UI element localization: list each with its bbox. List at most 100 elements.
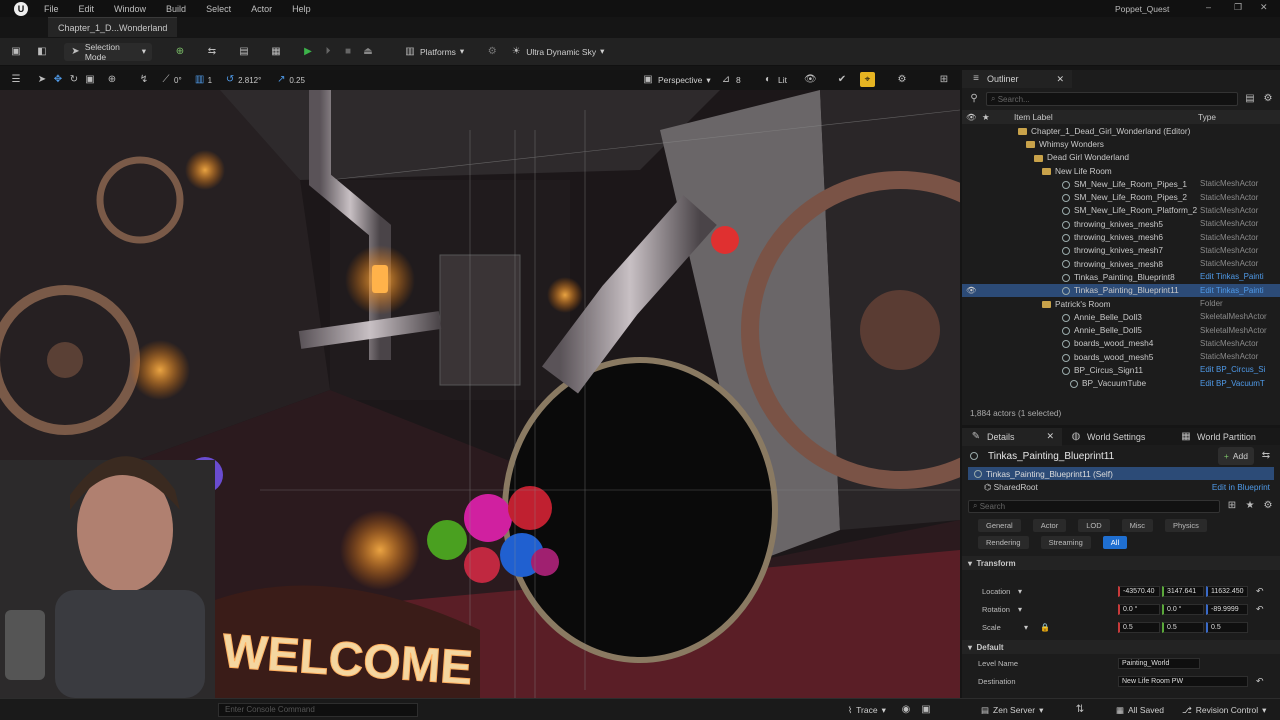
game-view-icon[interactable]: ⌖ bbox=[860, 72, 875, 87]
scale-icon[interactable]: ▣ bbox=[84, 74, 96, 86]
scale-x[interactable]: 0.5 bbox=[1118, 621, 1160, 633]
outliner-row[interactable]: throwing_knives_mesh6 StaticMeshActor bbox=[962, 230, 1280, 243]
console-input[interactable]: Enter Console Command bbox=[218, 702, 418, 717]
viewport-scene[interactable]: WELCOME bbox=[0, 90, 960, 698]
stop-icon[interactable]: ■ bbox=[342, 46, 354, 58]
grid-size-value[interactable]: 1 bbox=[208, 76, 212, 85]
outliner-row[interactable]: throwing_knives_mesh7 StaticMeshActor bbox=[962, 244, 1280, 257]
settings-icon[interactable]: ⚙ bbox=[486, 46, 498, 58]
location-label[interactable]: Location bbox=[982, 587, 1010, 596]
edit-blueprint-link[interactable]: Edit BP_VacuumT bbox=[1200, 379, 1265, 388]
menu-window[interactable]: Window bbox=[114, 4, 146, 14]
outliner-row[interactable]: SM_New_Life_Room_Pipes_2 StaticMeshActor bbox=[962, 190, 1280, 203]
outliner-row[interactable]: throwing_knives_mesh8 StaticMeshActor bbox=[962, 257, 1280, 270]
filter-rendering[interactable]: Rendering bbox=[978, 536, 1029, 549]
actor-name[interactable]: Tinkas_Painting_Blueprint11 bbox=[988, 451, 1114, 462]
minimize-icon[interactable]: – bbox=[1206, 2, 1211, 12]
select-icon[interactable]: ➤ bbox=[36, 74, 48, 86]
filter-general[interactable]: General bbox=[978, 519, 1021, 532]
sky-dropdown[interactable]: ☀ Ultra Dynamic Sky ▾ bbox=[504, 43, 610, 61]
rotate-icon[interactable]: ↻ bbox=[68, 74, 80, 86]
camera-speed-value[interactable]: 0.25 bbox=[289, 76, 305, 85]
col-type[interactable]: Type bbox=[1198, 112, 1216, 122]
show-icon[interactable]: 👁 bbox=[804, 74, 817, 86]
blueprint-icon[interactable]: ⇆ bbox=[206, 46, 218, 58]
maximize-icon[interactable]: ❐ bbox=[1234, 2, 1242, 13]
filter-physics[interactable]: Physics bbox=[1165, 519, 1207, 532]
rotation-snap-value[interactable]: 2.812° bbox=[238, 76, 261, 85]
outliner-folder-row[interactable]: Whimsy Wonders bbox=[962, 137, 1280, 150]
add-component-button[interactable]: + Add bbox=[1217, 447, 1254, 465]
lit-dropdown[interactable]: ◐ Lit bbox=[756, 71, 793, 89]
menu-actor[interactable]: Actor bbox=[251, 4, 272, 14]
skip-icon[interactable]: ⏵ bbox=[322, 46, 334, 58]
play-icon[interactable]: ▶ bbox=[302, 46, 314, 58]
camera-icon[interactable]: ▣ bbox=[920, 704, 932, 716]
filter-lod[interactable]: LOD bbox=[1078, 519, 1110, 532]
camera-speed-icon[interactable]: ↗ bbox=[275, 74, 287, 86]
outliner-row[interactable]: boards_wood_mesh4 StaticMeshActor bbox=[962, 337, 1280, 350]
trace-dropdown[interactable]: ⌇ Trace ▾ bbox=[842, 701, 892, 719]
tab-world-partition[interactable]: ▦ World Partition bbox=[1172, 428, 1272, 446]
rotation-x[interactable]: 0.0 ° bbox=[1118, 603, 1160, 615]
menu-select[interactable]: Select bbox=[206, 4, 231, 14]
tab-world-settings[interactable]: ◍ World Settings bbox=[1062, 428, 1172, 446]
selection-mode-dropdown[interactable]: ➤ Selection Mode ▾ bbox=[64, 42, 152, 62]
zen-server-dropdown[interactable]: ▤ Zen Server ▾ bbox=[975, 701, 1049, 719]
outliner-settings-icon[interactable]: ⚙ bbox=[1262, 93, 1274, 105]
close-icon[interactable]: ✕ bbox=[1046, 431, 1054, 442]
outliner-folder-row[interactable]: Patrick's Room Folder bbox=[962, 297, 1280, 310]
menu-edit[interactable]: Edit bbox=[79, 4, 95, 14]
close-window-icon[interactable]: ✕ bbox=[1260, 2, 1268, 13]
filter-streaming[interactable]: Streaming bbox=[1040, 536, 1091, 549]
outliner-tab[interactable]: ≡ Outliner ✕ bbox=[962, 70, 1072, 88]
viewport-menu-icon[interactable]: ☰ bbox=[10, 74, 22, 86]
outliner-row[interactable]: boards_wood_mesh5 StaticMeshActor bbox=[962, 350, 1280, 363]
outliner-row[interactable]: throwing_knives_mesh5 StaticMeshActor bbox=[962, 217, 1280, 230]
reset-icon[interactable]: ↶ bbox=[1256, 586, 1264, 597]
scale-label[interactable]: Scale bbox=[982, 623, 1001, 632]
world-icon[interactable]: ⊕ bbox=[106, 74, 118, 86]
cinematics-icon[interactable]: ▤ bbox=[238, 46, 250, 58]
col-item-label[interactable]: Item Label bbox=[1014, 112, 1053, 122]
details-settings-icon[interactable]: ⚙ bbox=[1262, 500, 1274, 512]
level-name-field[interactable]: Painting_World bbox=[1118, 657, 1200, 669]
edit-in-blueprint-link[interactable]: Edit in Blueprint bbox=[1212, 482, 1270, 492]
close-icon[interactable]: ✕ bbox=[1056, 74, 1064, 85]
default-section[interactable]: ▾ Default bbox=[962, 640, 1280, 654]
filter-misc[interactable]: Misc bbox=[1121, 519, 1154, 532]
sequencer-icon[interactable]: ▦ bbox=[270, 46, 282, 58]
rotation-label[interactable]: Rotation bbox=[982, 605, 1010, 614]
outliner-row[interactable]: SM_New_Life_Room_Platform_2 StaticMeshAct… bbox=[962, 204, 1280, 217]
outliner-row[interactable]: Tinkas_Painting_Blueprint8 Edit Tinkas_Pa… bbox=[962, 270, 1280, 283]
level-viewport[interactable]: WELCOME bbox=[0, 90, 960, 698]
self-component-row[interactable]: Tinkas_Painting_Blueprint11 (Self) bbox=[968, 467, 1274, 480]
transform-section[interactable]: ▾ Transform bbox=[962, 556, 1280, 570]
menu-build[interactable]: Build bbox=[166, 4, 186, 14]
outliner-row[interactable]: Chapter_1_Dead_Girl_Wonderland (Editor) bbox=[962, 124, 1280, 137]
rotation-y[interactable]: 0.0 ° bbox=[1162, 603, 1204, 615]
layout-icon[interactable]: ⊞ bbox=[938, 74, 950, 86]
revision-control-dropdown[interactable]: ⎇ Revision Control ▾ bbox=[1176, 701, 1272, 719]
outliner-row[interactable]: BP_Circus_Sign11 Edit BP_Circus_Si bbox=[962, 363, 1280, 376]
level-tab[interactable]: Chapter_1_D...Wonderland bbox=[48, 17, 178, 37]
lock-icon[interactable]: 🔒 bbox=[1040, 623, 1050, 632]
save-icon[interactable]: ▣ bbox=[10, 46, 22, 58]
snap-angle-value[interactable]: 0° bbox=[174, 76, 182, 85]
content-browser-icon[interactable]: ◧ bbox=[36, 46, 48, 58]
all-saved-button[interactable]: ▦ All Saved bbox=[1110, 701, 1170, 719]
realtime-icon[interactable]: ✔ bbox=[836, 74, 848, 86]
favorite-icon[interactable]: ★ bbox=[1244, 500, 1256, 512]
pin-icon[interactable]: ★ bbox=[982, 112, 989, 122]
visibility-icon[interactable]: 👁 bbox=[966, 112, 977, 123]
menu-help[interactable]: Help bbox=[292, 4, 311, 14]
filter-all[interactable]: All bbox=[1102, 536, 1128, 549]
translate-icon[interactable]: ✥ bbox=[52, 74, 64, 86]
shared-root-row[interactable]: ⌬ SharedRoot Edit in Blueprint bbox=[968, 480, 1274, 494]
outliner-row[interactable]: 👁 Tinkas_Painting_Blueprint11 Edit Tinkas_… bbox=[962, 283, 1280, 297]
reset-icon[interactable]: ↶ bbox=[1256, 676, 1264, 687]
grid-view-icon[interactable]: ⊞ bbox=[1226, 500, 1238, 512]
menu-file[interactable]: File bbox=[44, 4, 59, 14]
location-y[interactable]: 3147.641 bbox=[1162, 585, 1204, 597]
grid-snap-icon[interactable]: ⟋ bbox=[160, 74, 172, 86]
